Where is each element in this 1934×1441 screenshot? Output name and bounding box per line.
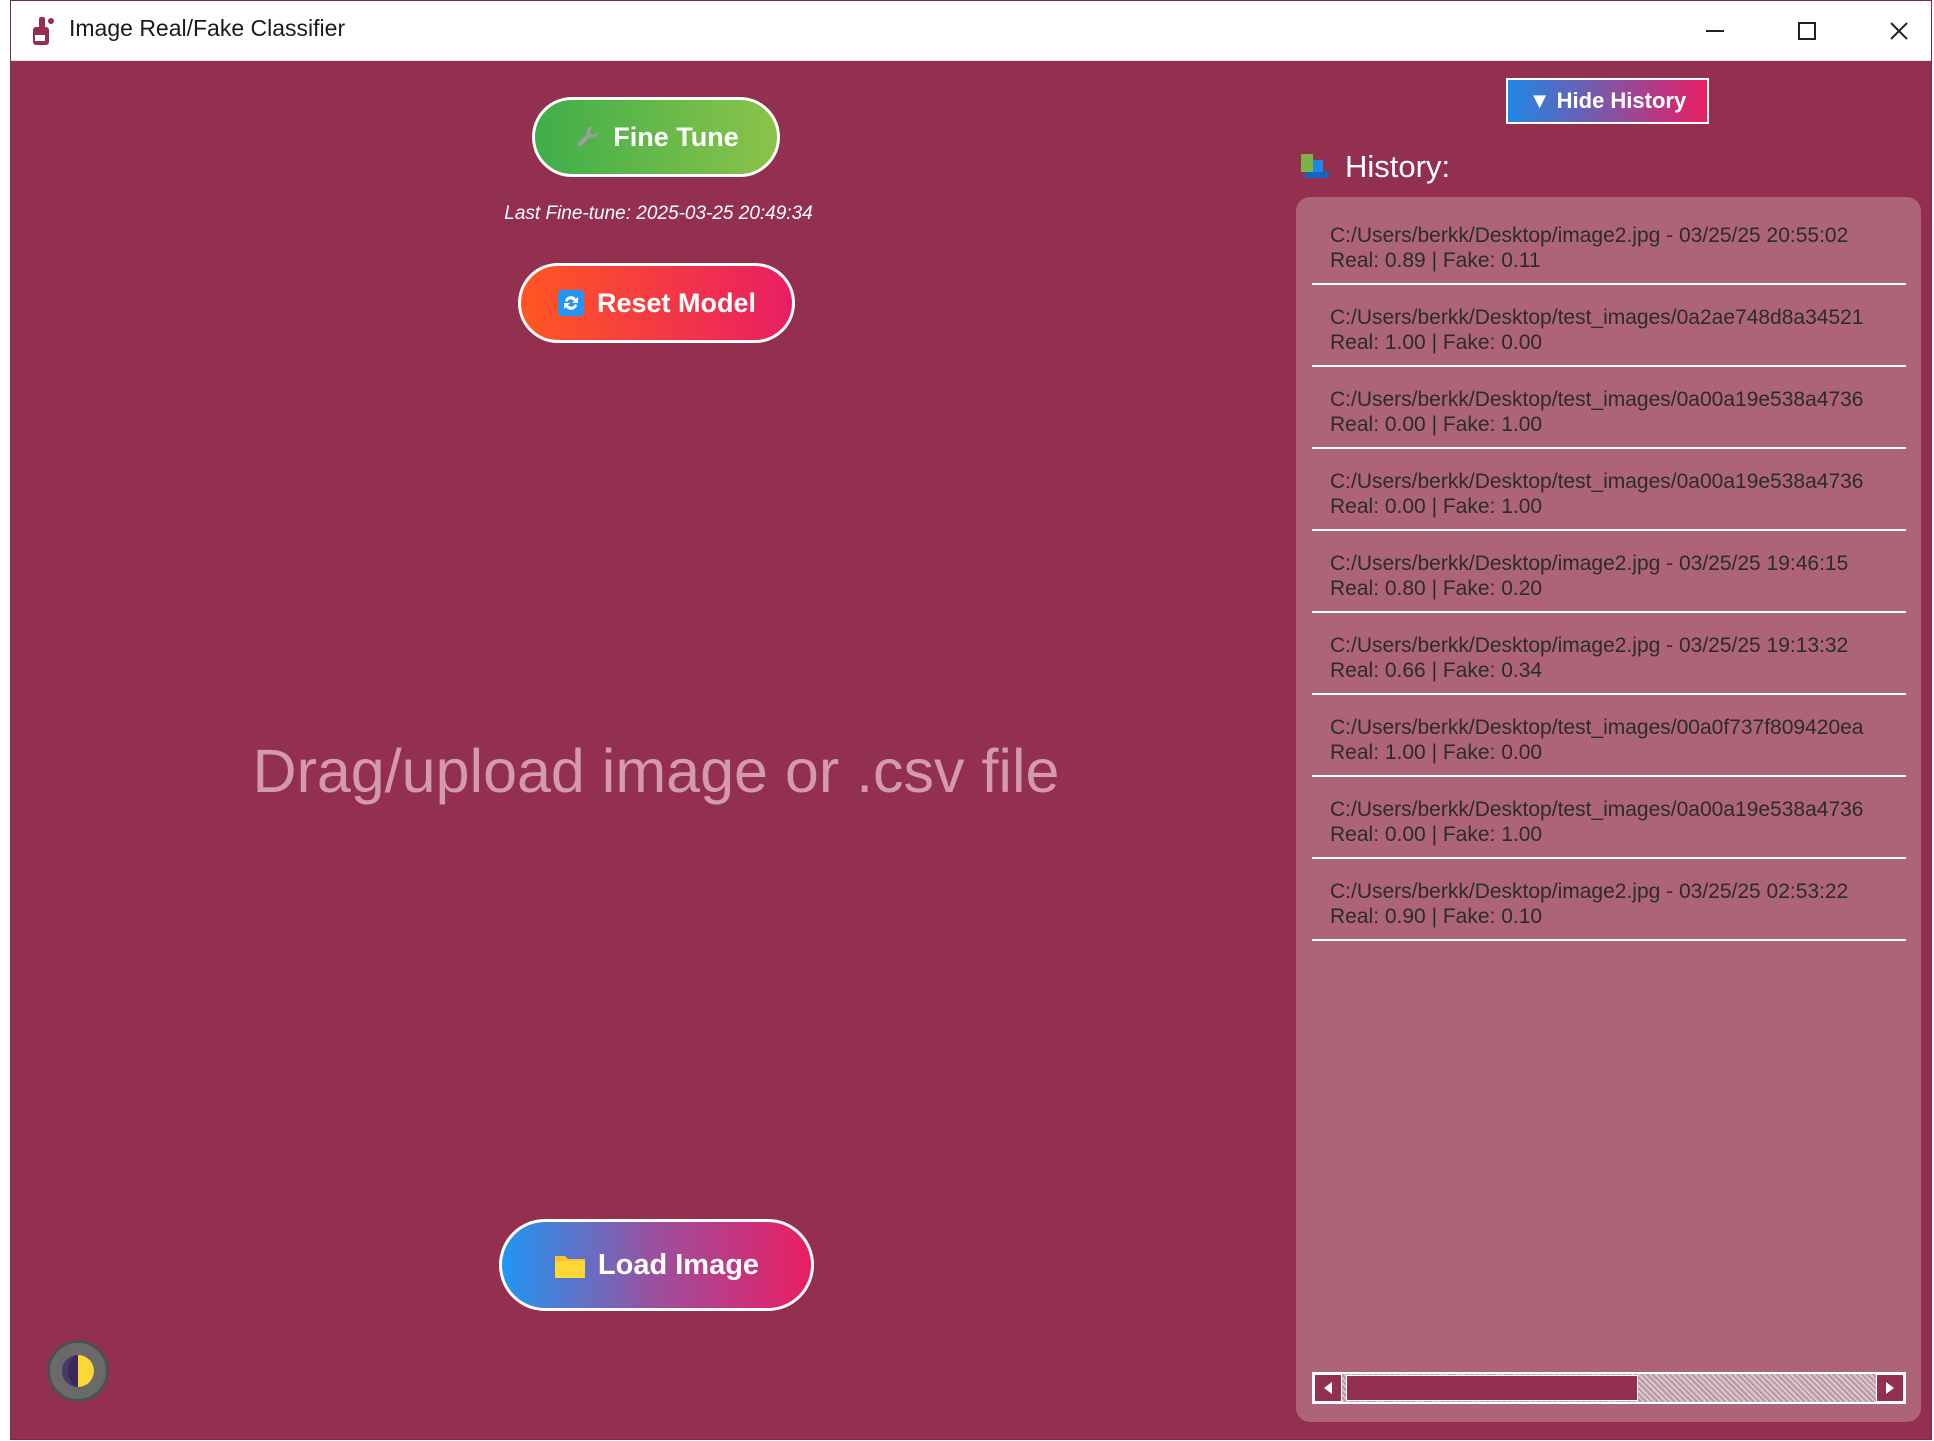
history-item-scores: Real: 0.90 | Fake: 0.10 — [1330, 905, 1543, 928]
history-item[interactable]: C:/Users/berkk/Desktop/image2.jpg - 03/2… — [1312, 861, 1906, 941]
fine-tune-label: Fine Tune — [613, 121, 739, 152]
close-icon — [1890, 21, 1908, 40]
app-icon — [33, 17, 54, 45]
horizontal-scrollbar[interactable] — [1312, 1372, 1906, 1404]
history-item[interactable]: C:/Users/berkk/Desktop/image2.jpg - 03/2… — [1312, 205, 1906, 285]
history-item-path: C:/Users/berkk/Desktop/test_images/0a2ae… — [1330, 306, 1864, 329]
dropzone-text[interactable]: Drag/upload image or .csv file — [11, 736, 1301, 806]
scrollbar-thumb[interactable] — [1346, 1375, 1638, 1401]
history-item[interactable]: C:/Users/berkk/Desktop/image2.jpg - 03/2… — [1312, 533, 1906, 613]
history-panel: C:/Users/berkk/Desktop/image2.jpg - 03/2… — [1296, 197, 1921, 1422]
load-image-label: Load Image — [597, 1248, 760, 1281]
fine-tune-button[interactable]: Fine Tune — [532, 97, 780, 177]
history-item-scores: Real: 0.89 | Fake: 0.11 — [1330, 249, 1541, 272]
reset-model-button[interactable]: Reset Model — [518, 263, 795, 343]
history-item[interactable]: C:/Users/berkk/Desktop/image2.jpg - 03/2… — [1312, 615, 1906, 695]
history-item-path: C:/Users/berkk/Desktop/image2.jpg - 03/2… — [1330, 224, 1849, 247]
minimize-button[interactable] — [1669, 1, 1761, 60]
half-moon-icon — [62, 1355, 94, 1387]
history-item[interactable]: C:/Users/berkk/Desktop/test_images/0a00a… — [1312, 451, 1906, 531]
history-item-path: C:/Users/berkk/Desktop/test_images/0a00a… — [1330, 388, 1864, 411]
app-window: Image Real/Fake Classifier Fine Tune Las… — [10, 0, 1932, 1440]
load-image-button[interactable]: Load Image — [499, 1219, 814, 1311]
books-icon — [1301, 154, 1329, 178]
history-item[interactable]: C:/Users/berkk/Desktop/test_images/0a00a… — [1312, 369, 1906, 449]
wrench-icon — [577, 125, 599, 147]
theme-toggle-button[interactable] — [47, 1340, 109, 1402]
history-item-scores: Real: 0.66 | Fake: 0.34 — [1330, 659, 1543, 682]
history-item-path: C:/Users/berkk/Desktop/test_images/0a00a… — [1330, 798, 1864, 821]
history-heading: History: — [1299, 149, 1450, 185]
maximize-icon — [1798, 21, 1816, 40]
history-item-scores: Real: 0.00 | Fake: 1.00 — [1330, 823, 1543, 846]
history-item-scores: Real: 0.00 | Fake: 1.00 — [1330, 495, 1543, 518]
history-item[interactable]: C:/Users/berkk/Desktop/test_images/0a00a… — [1312, 779, 1906, 859]
last-fine-tune-text: Last Fine-tune: 2025-03-25 20:49:34 — [504, 203, 813, 224]
hide-history-button[interactable]: ▼ Hide History — [1506, 78, 1709, 124]
history-item-scores: Real: 0.00 | Fake: 1.00 — [1330, 413, 1543, 436]
history-item-path: C:/Users/berkk/Desktop/image2.jpg - 03/2… — [1330, 634, 1849, 657]
triangle-right-icon — [1886, 1382, 1894, 1394]
history-item[interactable]: C:/Users/berkk/Desktop/test_images/00a0f… — [1312, 697, 1906, 777]
history-item-path: C:/Users/berkk/Desktop/image2.jpg - 03/2… — [1330, 552, 1849, 575]
history-item[interactable]: C:/Users/berkk/Desktop/test_images/0a2ae… — [1312, 287, 1906, 367]
close-button[interactable] — [1853, 1, 1934, 60]
history-item-scores: Real: 1.00 | Fake: 0.00 — [1330, 741, 1543, 764]
history-list[interactable]: C:/Users/berkk/Desktop/image2.jpg - 03/2… — [1312, 205, 1906, 1365]
main-area: Fine Tune Last Fine-tune: 2025-03-25 20:… — [11, 61, 1933, 1441]
scroll-right-button[interactable] — [1876, 1374, 1904, 1402]
history-item-path: C:/Users/berkk/Desktop/test_images/0a00a… — [1330, 470, 1864, 493]
history-item-path: C:/Users/berkk/Desktop/test_images/00a0f… — [1330, 716, 1864, 739]
reset-model-label: Reset Model — [596, 287, 757, 318]
history-item-scores: Real: 0.80 | Fake: 0.20 — [1330, 577, 1543, 600]
scroll-left-button[interactable] — [1314, 1374, 1342, 1402]
title-bar: Image Real/Fake Classifier — [11, 1, 1931, 61]
history-title: History: — [1345, 149, 1451, 184]
triangle-left-icon — [1324, 1382, 1332, 1394]
minimize-icon — [1706, 29, 1724, 32]
history-item-path: C:/Users/berkk/Desktop/image2.jpg - 03/2… — [1330, 880, 1849, 903]
window-title: Image Real/Fake Classifier — [69, 15, 346, 41]
folder-icon — [554, 1256, 585, 1278]
history-item-scores: Real: 1.00 | Fake: 0.00 — [1330, 331, 1543, 354]
maximize-button[interactable] — [1761, 1, 1853, 60]
refresh-icon — [557, 290, 584, 316]
